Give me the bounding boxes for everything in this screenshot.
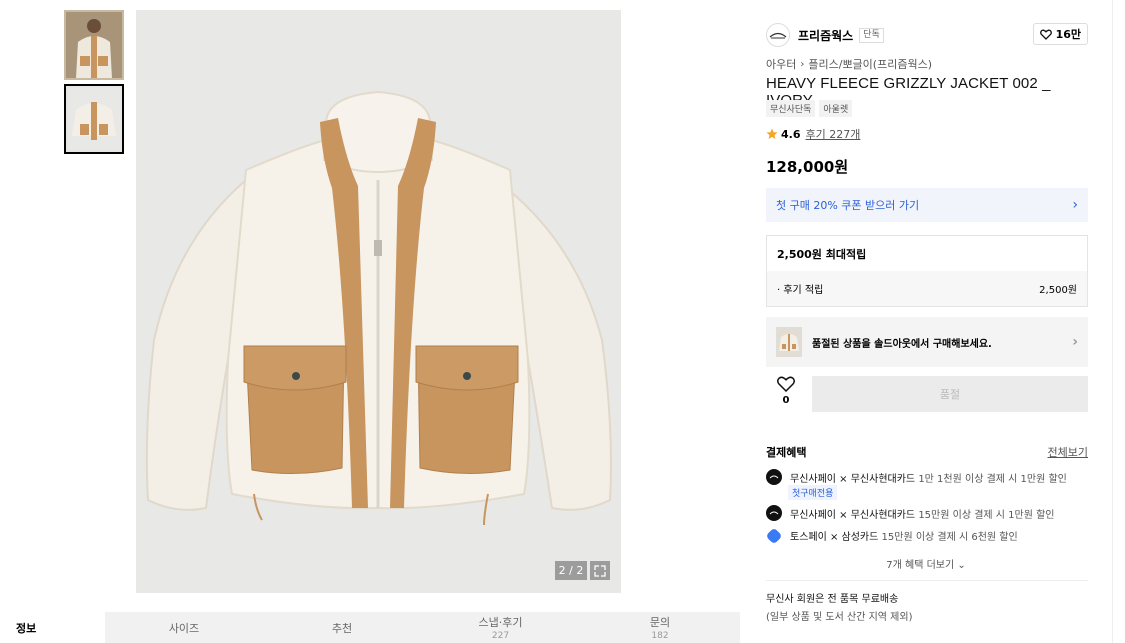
jacket-photo-icon	[68, 88, 120, 150]
chip-exclusive: 무신사단독	[766, 100, 816, 117]
review-points-row: · 후기 적립 2,500원	[767, 271, 1087, 306]
chevron-right-icon: ›	[1072, 197, 1078, 213]
thumbnail-list	[64, 10, 124, 158]
shipping-info: 무신사 회원은 전 품목 무료배송	[766, 594, 899, 605]
coupon-text: 첫 구매 20% 쿠폰 받으러 가기	[776, 199, 920, 212]
shipping-note: (일부 상품 및 도서 산간 지역 제외)	[766, 612, 913, 623]
tab-label: 사이즈	[168, 621, 200, 635]
musinsa-pay-icon	[766, 469, 782, 485]
brand-name[interactable]: 프리즘웍스	[798, 27, 853, 44]
product-page: 2 / 2 정보 사이즈 추천 스냅·후기 227 문의 182 프리즘웍스 단…	[0, 0, 1125, 643]
view-all-link[interactable]: 전체보기	[1048, 444, 1088, 460]
chevron-right-icon: ›	[800, 58, 805, 70]
brand-logo[interactable]	[766, 23, 790, 47]
tab-label: 스냅·후기	[478, 616, 523, 629]
product-tabs: 정보 사이즈 추천 스냅·후기 227 문의 182	[0, 612, 740, 643]
points-box: 2,500원 최대적립 · 후기 적립 2,500원	[766, 235, 1088, 307]
brand-like-count: 16만	[1055, 28, 1081, 41]
coupon-banner[interactable]: 첫 구매 20% 쿠폰 받으러 가기 ›	[766, 188, 1088, 222]
jacket-image	[145, 90, 612, 526]
tab-size[interactable]: 사이즈	[105, 612, 263, 643]
tab-recommend[interactable]: 추천	[263, 612, 421, 643]
benefit-card: 토스페이 × 삼성카드	[790, 532, 879, 543]
more-benefits-label: 7개 혜택 더보기	[886, 560, 955, 571]
chip-outlet: 아울렛	[819, 100, 853, 117]
model-photo-icon	[66, 12, 122, 78]
tab-label: 추천	[331, 621, 353, 635]
expand-icon[interactable]	[590, 561, 610, 580]
tab-label: 정보	[16, 621, 37, 635]
exclusive-tag: 단독	[859, 27, 884, 43]
soldout-banner[interactable]: 품절된 상품을 솔드아웃에서 구매해보세요. ›	[766, 317, 1088, 367]
max-points: 2,500원 최대적립	[777, 247, 867, 261]
heart-icon	[1039, 29, 1052, 40]
heart-icon	[777, 376, 795, 392]
benefit-item: 토스페이 × 삼성카드 15만원 이상 결제 시 6천원 할인	[765, 527, 1088, 544]
benefit-card: 무신사페이 × 무신사현대카드	[790, 473, 916, 485]
panel-divider	[1112, 0, 1113, 643]
soldout-text: 품절된 상품을 솔드아웃에서 구매해보세요.	[812, 338, 992, 350]
payment-benefits-header: 결제혜택 전체보기	[766, 444, 1088, 460]
product-price: 128,000원	[766, 158, 849, 176]
review-points-value: 2,500원	[1039, 285, 1077, 296]
payment-benefits-heading: 결제혜택	[766, 446, 807, 459]
benefit-item: 무신사페이 × 무신사현대카드 15만원 이상 결제 시 1만원 할인	[766, 505, 1088, 521]
thumbnail-model[interactable]	[64, 10, 124, 80]
image-counter: 2 / 2	[555, 561, 587, 580]
chevron-right-icon: ›	[1072, 334, 1078, 350]
toss-pay-icon	[765, 527, 783, 544]
rating: 4.6 후기 227개	[766, 126, 860, 142]
benefit-card: 무신사페이 × 무신사현대카드	[790, 509, 916, 521]
first-purchase-tag: 첫구매전용	[788, 485, 838, 500]
musinsa-pay-icon	[766, 505, 782, 521]
product-chips: 무신사단독 아울렛	[766, 100, 853, 117]
review-link[interactable]: 후기 227개	[806, 126, 861, 142]
tab-info[interactable]: 정보	[0, 612, 105, 643]
breadcrumb: 아우터 › 플리스/뽀글이(프리즘웍스)	[766, 56, 932, 72]
rating-score: 4.6	[781, 127, 801, 141]
divider	[766, 580, 1088, 581]
wish-count: 0	[782, 395, 790, 406]
wish-button[interactable]: 0	[766, 376, 806, 412]
product-info-panel: 프리즘웍스 단독 16만 아우터 › 플리스/뽀글이(프리즘웍스) HEAVY …	[752, 10, 1100, 643]
main-product-image: 2 / 2	[136, 10, 621, 593]
breadcrumb-category[interactable]: 아우터	[766, 56, 796, 72]
benefit-item: 무신사페이 × 무신사현대카드 1만 1천원 이상 결제 시 1만원 할인	[766, 469, 1088, 485]
tab-inquiry[interactable]: 문의 182	[580, 612, 740, 643]
tab-snap-review[interactable]: 스냅·후기 227	[421, 612, 580, 643]
tab-count: 227	[491, 631, 510, 641]
benefit-detail: 15만원 이상 결제 시 1만원 할인	[915, 509, 1055, 521]
benefit-detail: 15만원 이상 결제 시 6천원 할인	[878, 532, 1018, 543]
star-icon	[766, 128, 778, 139]
brand-like-button[interactable]: 16만	[1032, 23, 1088, 45]
soldout-thumbnail	[776, 327, 802, 357]
soldout-button[interactable]: 품절	[812, 376, 1088, 412]
review-points-label: · 후기 적립	[777, 285, 824, 296]
chevron-down-icon: ⌄	[957, 560, 966, 571]
breadcrumb-subcategory[interactable]: 플리스/뽀글이(프리즘웍스)	[808, 56, 932, 72]
benefit-detail: 1만 1천원 이상 결제 시 1만원 할인	[915, 473, 1067, 485]
more-benefits-button[interactable]: 7개 혜택 더보기 ⌄	[752, 556, 1100, 571]
tab-count: 182	[651, 631, 669, 641]
thumbnail-jacket[interactable]	[64, 84, 124, 154]
tab-label: 문의	[649, 616, 671, 629]
brand-row: 프리즘웍스 단독 16만	[766, 22, 1088, 48]
